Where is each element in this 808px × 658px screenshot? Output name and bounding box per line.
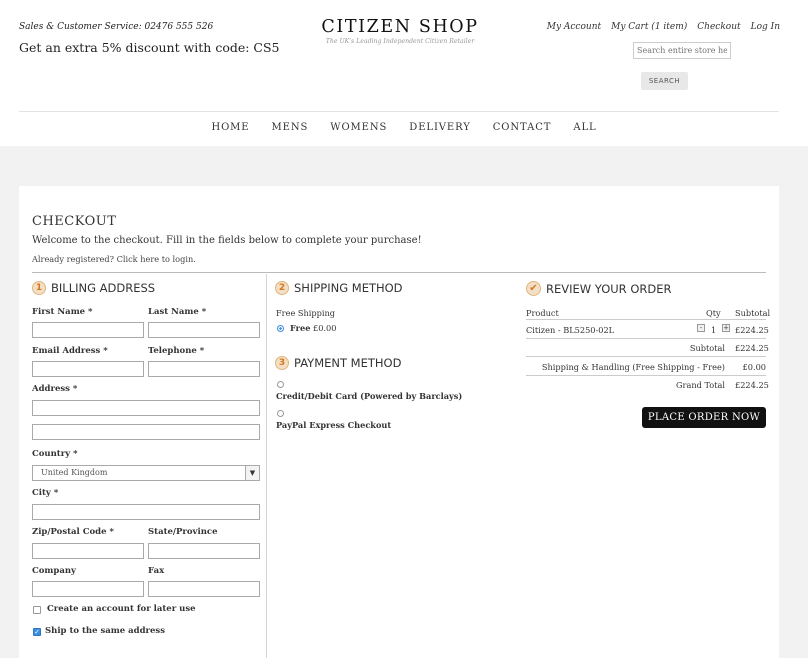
search-input[interactable]: [633, 42, 731, 59]
welcome-text: Welcome to the checkout. Fill in the fie…: [32, 235, 422, 246]
login-link[interactable]: Log In: [751, 22, 780, 32]
country-value: United Kingdom: [41, 468, 108, 477]
address-label: Address *: [32, 384, 78, 394]
email-field[interactable]: [32, 361, 144, 377]
country-label: Country *: [32, 449, 78, 459]
checkout-panel: CHECKOUT Welcome to the checkout. Fill i…: [19, 186, 779, 658]
review-heading: ✔ REVIEW YOUR ORDER: [526, 281, 671, 296]
product-subtotal: £224.25: [735, 325, 769, 335]
country-select[interactable]: United Kingdom ▼: [32, 465, 260, 481]
ship-same-checkbox[interactable]: ✓: [33, 628, 41, 636]
nav-all[interactable]: ALL: [573, 122, 596, 133]
first-name-label: First Name *: [32, 307, 93, 317]
col-qty: Qty: [706, 308, 721, 318]
shipping-method-name: Free Shipping: [276, 308, 336, 318]
checkout-link[interactable]: Checkout: [697, 22, 740, 32]
ship-same-label: Ship to the same address: [45, 626, 165, 636]
last-name-field[interactable]: [148, 322, 260, 338]
zip-field[interactable]: [32, 543, 144, 559]
customer-service-text: Sales & Customer Service: 02476 555 526: [19, 22, 214, 32]
shipping-title: SHIPPING METHOD: [294, 281, 403, 295]
column-divider: [266, 274, 267, 658]
section-divider: [32, 272, 766, 273]
my-cart-link[interactable]: My Cart (1 item): [611, 22, 687, 32]
table-header-divider: [526, 319, 766, 320]
free-shipping-radio[interactable]: [277, 325, 284, 332]
create-account-checkbox[interactable]: [33, 606, 41, 614]
subtotal-value: £224.25: [735, 343, 769, 353]
step-2-icon: 2: [275, 281, 289, 295]
check-icon: ✔: [526, 281, 541, 296]
paypal-payment-radio[interactable]: [277, 410, 284, 417]
fax-field[interactable]: [148, 581, 260, 597]
email-label: Email Address *: [32, 346, 108, 356]
site-header: Sales & Customer Service: 02476 555 526 …: [0, 0, 808, 146]
main-nav: HOME MENS WOMENS DELIVERY CONTACT ALL: [0, 122, 808, 133]
shipping-divider: [526, 375, 766, 376]
review-title: REVIEW YOUR ORDER: [546, 281, 672, 296]
grand-total-label: Grand Total: [676, 380, 725, 390]
city-field[interactable]: [32, 504, 260, 520]
nav-mens[interactable]: MENS: [272, 122, 309, 133]
step-3-icon: 3: [275, 356, 289, 370]
nav-delivery[interactable]: DELIVERY: [409, 122, 470, 133]
company-field[interactable]: [32, 581, 144, 597]
telephone-field[interactable]: [148, 361, 260, 377]
city-label: City *: [32, 488, 59, 498]
nav-home[interactable]: HOME: [211, 122, 249, 133]
subtotal-divider: [526, 356, 766, 357]
card-payment-radio[interactable]: [277, 381, 284, 388]
logo[interactable]: CITIZEN SHOP The UK's Leading Independen…: [300, 17, 500, 45]
card-payment-label: Credit/Debit Card (Powered by Barclays): [276, 391, 463, 401]
payment-heading: 3 PAYMENT METHOD: [275, 356, 401, 370]
logo-title: CITIZEN SHOP: [321, 17, 479, 37]
shipping-heading: 2 SHIPPING METHOD: [275, 281, 403, 295]
login-prompt-link[interactable]: Already registered? Click here to login.: [32, 254, 196, 264]
table-row-divider: [526, 338, 766, 339]
billing-heading: 1 BILLING ADDRESS: [32, 281, 155, 295]
payment-title: PAYMENT METHOD: [294, 356, 402, 370]
place-order-button[interactable]: PLACE ORDER NOW: [642, 407, 766, 428]
product-name: Citizen - BL5250-02L: [526, 325, 615, 335]
shipping-label: Shipping & Handling (Free Shipping - Fre…: [541, 362, 725, 372]
logo-tagline: The UK's Leading Independent Citizen Ret…: [325, 38, 475, 45]
telephone-label: Telephone *: [148, 346, 205, 356]
step-1-icon: 1: [32, 281, 46, 295]
qty-increase-button[interactable]: +: [722, 324, 730, 332]
grand-total-value: £224.25: [735, 380, 769, 390]
address-line-2-field[interactable]: [32, 424, 260, 440]
qty-decrease-button[interactable]: -: [697, 324, 705, 332]
free-shipping-label: Free: [290, 323, 311, 333]
col-subtotal: Subtotal: [735, 308, 771, 318]
shipping-value: £0.00: [742, 362, 766, 372]
col-product: Product: [526, 308, 559, 318]
chevron-down-icon: ▼: [245, 466, 259, 480]
nav-contact[interactable]: CONTACT: [493, 122, 552, 133]
my-account-link[interactable]: My Account: [547, 22, 601, 32]
paypal-payment-label: PayPal Express Checkout: [276, 420, 392, 430]
nav-womens[interactable]: WOMENS: [330, 122, 387, 133]
fax-label: Fax: [148, 566, 165, 576]
state-label: State/Province: [148, 527, 218, 537]
billing-title: BILLING ADDRESS: [51, 281, 156, 295]
promo-text: Get an extra 5% discount with code: CS5: [19, 40, 280, 55]
create-account-label: Create an account for later use: [47, 604, 196, 614]
free-shipping-option: Free £0.00: [290, 323, 336, 333]
header-divider: [19, 111, 779, 112]
first-name-field[interactable]: [32, 322, 144, 338]
last-name-label: Last Name *: [148, 307, 207, 317]
free-shipping-price: £0.00: [313, 323, 337, 333]
address-line-1-field[interactable]: [32, 400, 260, 416]
state-field[interactable]: [148, 543, 260, 559]
subtotal-label: Subtotal: [689, 343, 725, 353]
product-qty: 1: [711, 325, 717, 335]
search-button[interactable]: SEARCH: [641, 72, 688, 90]
company-label: Company: [32, 566, 76, 576]
page-title: CHECKOUT: [32, 214, 117, 229]
account-links: My Account My Cart (1 item) Checkout Log…: [547, 22, 780, 32]
zip-label: Zip/Postal Code *: [32, 527, 114, 537]
